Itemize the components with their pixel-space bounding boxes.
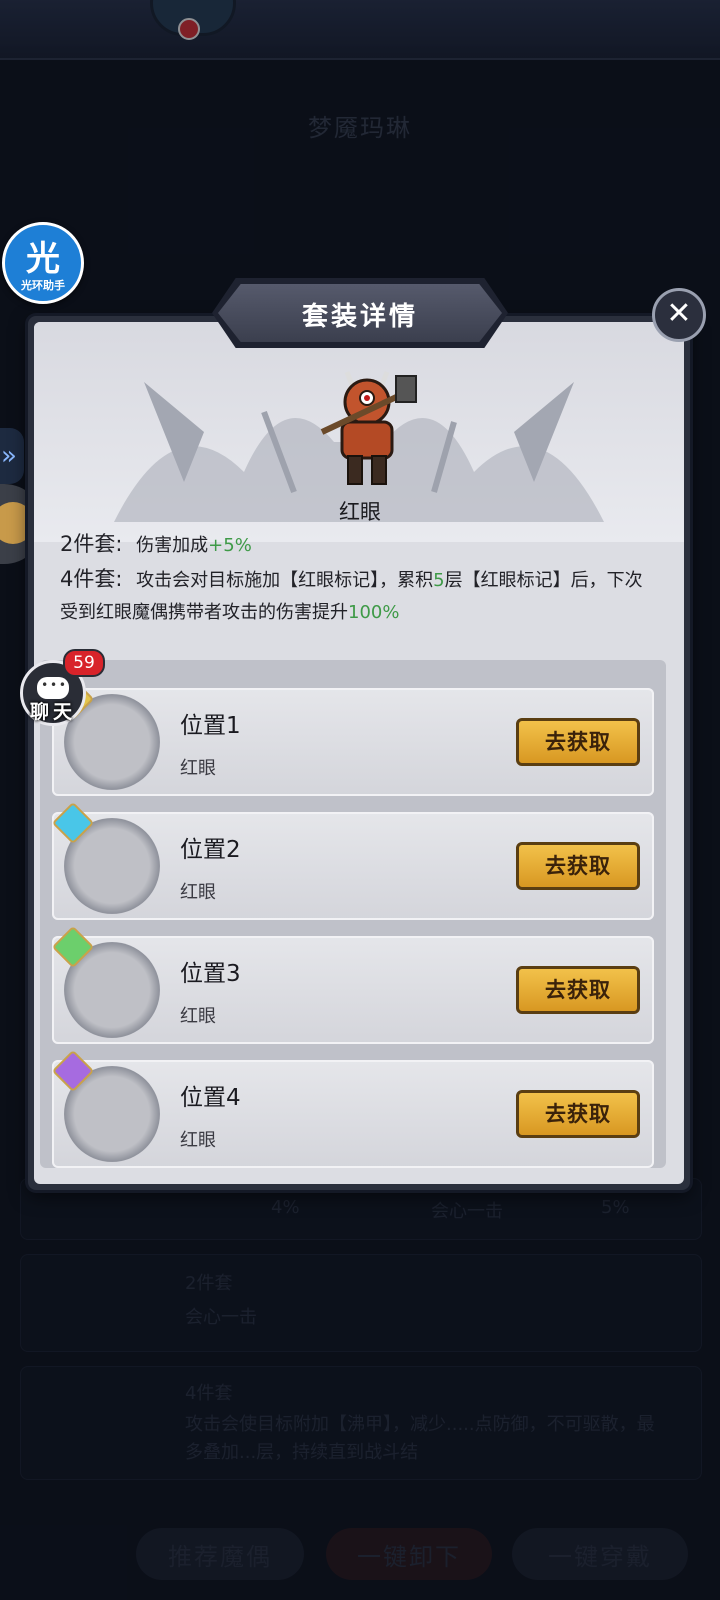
slot-position-name: 位置2 <box>180 837 241 863</box>
go-get-button[interactable]: 去获取 <box>516 966 640 1014</box>
chat-button[interactable]: 59 聊天 <box>20 649 105 726</box>
go-get-button[interactable]: 去获取 <box>516 718 640 766</box>
close-icon[interactable]: ✕ <box>652 288 706 342</box>
bonus-4-text-a: 攻击会对目标施加【红眼标记】，累积 <box>136 570 434 591</box>
slot-item: 位置3 红眼 去获取 <box>51 925 654 1044</box>
red-eye-doll-icon <box>320 371 417 485</box>
assistant-button[interactable]: 光 光环助手 <box>2 222 84 304</box>
bonus-4-value-b: 100% <box>348 602 400 623</box>
bonus-2-value: +5% <box>208 535 252 556</box>
bonus-2-piece: 2件套: 伤害加成+5% <box>60 528 660 562</box>
bonus-2-text: 伤害加成 <box>136 535 209 556</box>
bonus-4-value-a: 5 <box>433 570 445 591</box>
slot-position-name: 位置3 <box>180 961 241 987</box>
slot-item: 位置4 红眼 去获取 <box>51 1049 654 1168</box>
chat-label: 聊天 <box>29 701 76 723</box>
bonus-4-piece: 4件套: 攻击会对目标施加【红眼标记】，累积5层【红眼标记】后，下次受到红眼魔偶… <box>60 563 660 629</box>
slot-set-name: 红眼 <box>180 1006 216 1027</box>
slot-position-name: 位置1 <box>180 713 241 739</box>
modal-title: 套装详情 <box>301 302 418 332</box>
slot-set-name: 红眼 <box>180 882 216 903</box>
assistant-label: 光环助手 <box>21 279 65 292</box>
slot-set-name: 红眼 <box>180 758 216 779</box>
go-get-button[interactable]: 去获取 <box>516 842 640 890</box>
slot-item: 位置1 红眼 去获取 <box>51 677 654 796</box>
go-get-button[interactable]: 去获取 <box>516 1090 640 1138</box>
expand-arrow-icon[interactable]: » <box>0 428 24 484</box>
slot-set-name: 红眼 <box>180 1130 216 1151</box>
set-name: 红眼 <box>339 500 381 524</box>
slot-item: 位置2 红眼 去获取 <box>51 801 654 920</box>
chat-unread-badge: 59 <box>63 649 105 677</box>
bonus-2-label: 2件套: <box>60 532 123 556</box>
slot-position-name: 位置4 <box>180 1085 241 1111</box>
bonus-4-label: 4件套: <box>60 567 123 591</box>
assistant-icon: 光 <box>26 239 60 279</box>
chat-icon <box>37 677 69 699</box>
